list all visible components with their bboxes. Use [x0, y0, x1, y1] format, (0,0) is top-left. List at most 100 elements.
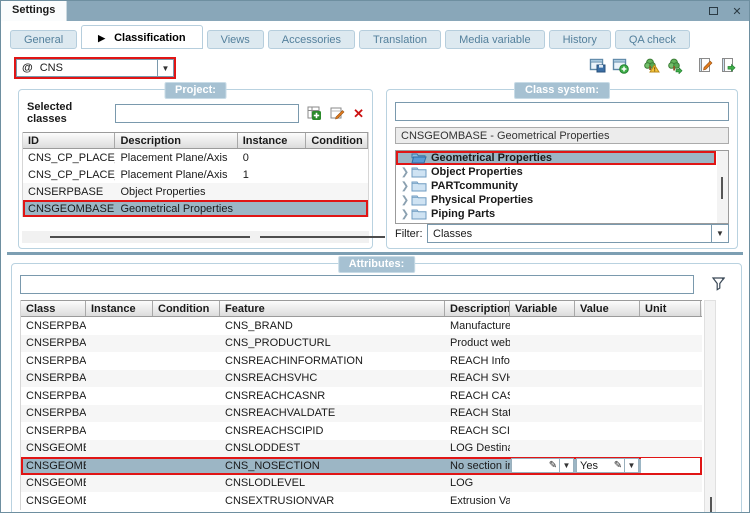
tree-item-geometrical-properties[interactable]: Geometrical Properties	[396, 151, 716, 165]
cell: Placement Plane/Axis	[120, 168, 228, 181]
column-header[interactable]: Value	[575, 301, 640, 316]
tab-translation[interactable]: Translation	[359, 30, 442, 49]
tab-qa-check[interactable]: QA check	[614, 30, 690, 49]
cell: CNSERPBASE	[26, 354, 86, 367]
tab-general[interactable]: General	[10, 30, 78, 49]
editor-value[interactable]: Yes	[577, 460, 612, 472]
expand-chevron-icon[interactable]: ❯	[399, 181, 411, 192]
table-row[interactable]: CNSGEOMBASE CNS_NOSECTION No section in 2D…	[21, 457, 702, 475]
table-row[interactable]: CNSGEOMBASE Geometrical Properties	[23, 200, 368, 217]
column-header[interactable]: Condition	[306, 133, 369, 148]
unit-editor[interactable]	[641, 458, 700, 474]
tree-item-piping-parts[interactable]: ❯ Piping Parts	[396, 207, 728, 221]
filter-row: Filter: Classes ▼	[395, 224, 729, 243]
chevron-down-icon[interactable]: ▼	[625, 461, 638, 470]
table-row[interactable]: CNSERPBASE Object Properties	[23, 183, 368, 200]
tree-item-partcommunity[interactable]: ❯ PARTcommunity	[396, 179, 728, 193]
expand-chevron-icon[interactable]: ❯	[399, 209, 411, 220]
table-row[interactable]: CNSGEOMBASE CNSLODDEST LOG Destination	[21, 439, 702, 457]
table-row[interactable]: CNSERPBASE CNSREACHCASNR REACH CAS Nr.	[21, 387, 702, 405]
chevron-down-icon[interactable]: ▼	[711, 225, 728, 242]
class-search-input[interactable]	[395, 102, 729, 121]
cell: CNS_NOSECTION	[225, 459, 320, 472]
column-header[interactable]: Variable	[510, 301, 575, 316]
delete-class-icon[interactable]: ✕	[353, 107, 364, 120]
attributes-filter-input[interactable]	[20, 275, 694, 294]
class-export-icon[interactable]	[666, 57, 683, 75]
title-bar: Settings ✕	[1, 1, 749, 21]
expand-chevron-icon[interactable]: ❯	[399, 167, 411, 178]
scrollbar-thumb[interactable]	[260, 236, 385, 238]
table-row[interactable]: CNSERPBASE CNS_PRODUCTURL Product website	[21, 334, 702, 352]
column-header[interactable]: Unit	[640, 301, 701, 316]
table-row[interactable]: CNSERPBASE CNS_BRAND Manufacturer / ...	[21, 317, 702, 335]
tab-views[interactable]: Views	[206, 30, 264, 49]
column-header[interactable]: ID	[23, 133, 116, 148]
table-row[interactable]: CNSERPBASE CNSREACHINFORMATION REACH Infor…	[21, 352, 702, 370]
active-tab-arrow-icon: ▶	[98, 33, 106, 43]
variable-editor[interactable]: ✎ ▼	[511, 458, 574, 474]
maximize-button[interactable]	[701, 1, 725, 21]
scrollbar-thumb[interactable]	[721, 177, 723, 199]
table-row[interactable]: CNS_CP_PLACE_PA Placement Plane/Axis 0	[23, 149, 368, 166]
cell: ✎ ▼	[510, 458, 575, 474]
class-check-warning-icon[interactable]	[643, 57, 660, 74]
tree-item-label: Geometrical Properties	[431, 152, 553, 164]
folder-icon	[411, 180, 427, 192]
table-row[interactable]: CNSGEOMBASE CNSLODLEVEL LOG	[21, 474, 702, 492]
add-view-icon[interactable]	[612, 57, 629, 74]
table-row[interactable]: CNSERPBASE CNSREACHVALDATE REACH Status o.…	[21, 404, 702, 422]
column-header[interactable]: Description	[445, 301, 510, 316]
column-header[interactable]: Class	[21, 301, 86, 316]
tab-label: History	[562, 34, 597, 46]
filter-funnel-icon[interactable]	[711, 276, 727, 292]
project-panel-title: Project:	[164, 82, 227, 99]
pencil-icon[interactable]: ✎	[612, 460, 624, 471]
catalog-edit-icon[interactable]	[697, 57, 714, 74]
cell: CNSREACHINFORMATION	[225, 354, 363, 367]
table-row[interactable]: CNSGEOMBASE CNSEXTRUSIONVAR Extrusion Vari…	[21, 492, 702, 510]
class-system-combo-arrow[interactable]: ▼	[157, 59, 174, 77]
column-header[interactable]: Condition	[153, 301, 220, 316]
tree-vertical-scrollbar[interactable]	[717, 151, 728, 223]
tree-item-object-properties[interactable]: ❯ Object Properties	[396, 165, 728, 179]
column-header[interactable]: Description	[115, 133, 238, 148]
add-class-icon[interactable]	[307, 106, 322, 121]
save-view-icon[interactable]	[589, 57, 606, 74]
horizontal-splitter[interactable]	[7, 252, 743, 255]
table-row[interactable]: CNSERPBASE CNSREACHSVHC REACH SVHCs ...	[21, 369, 702, 387]
tree-item-physical-properties[interactable]: ❯ Physical Properties	[396, 193, 728, 207]
project-panel: Project: Selected classes ✕ ID Descriptio…	[18, 82, 385, 249]
class-system-combo[interactable]: @ CNS	[16, 59, 157, 77]
cell: LOG	[450, 477, 474, 490]
cell: CNSREACHSVHC	[225, 372, 318, 385]
scrollbar-thumb[interactable]	[50, 236, 250, 238]
pencil-icon[interactable]: ✎	[547, 460, 559, 471]
cell: CNS_BRAND	[225, 319, 293, 332]
table-row[interactable]: CNS_CP_PLACE_PA Placement Plane/Axis 1	[23, 166, 368, 183]
table-row[interactable]: CNSERPBASE CNSREACHSCIPID REACH SCIP-ID	[21, 422, 702, 440]
cell: CNSREACHSCIPID	[225, 424, 324, 437]
tab-media-variable[interactable]: Media variable	[445, 30, 545, 49]
tree-item-label: Physical Properties	[431, 194, 534, 206]
column-header[interactable]: Instance	[86, 301, 153, 316]
cell: CNSLODDEST	[225, 442, 301, 455]
filter-dropdown[interactable]: Classes ▼	[427, 224, 729, 243]
tab-classification[interactable]: ▶ Classification	[81, 25, 203, 49]
expand-chevron-icon[interactable]: ❯	[399, 195, 411, 206]
project-horizontal-scrollbar[interactable]	[22, 231, 385, 243]
tab-history[interactable]: History	[548, 30, 611, 49]
catalog-export-icon[interactable]	[720, 57, 737, 74]
scrollbar-thumb[interactable]	[710, 497, 712, 512]
attributes-vertical-scrollbar[interactable]	[704, 300, 716, 512]
close-button[interactable]: ✕	[725, 1, 749, 21]
folder-icon	[411, 194, 427, 206]
column-header[interactable]: Instance	[238, 133, 307, 148]
tab-accessories[interactable]: Accessories	[267, 30, 356, 49]
value-editor[interactable]: Yes ✎ ▼	[576, 458, 639, 474]
selected-classes-input[interactable]	[115, 103, 300, 123]
column-header[interactable]: Feature	[220, 301, 445, 316]
edit-class-icon[interactable]	[330, 106, 345, 121]
chevron-down-icon[interactable]: ▼	[560, 461, 573, 470]
cell	[640, 458, 701, 474]
